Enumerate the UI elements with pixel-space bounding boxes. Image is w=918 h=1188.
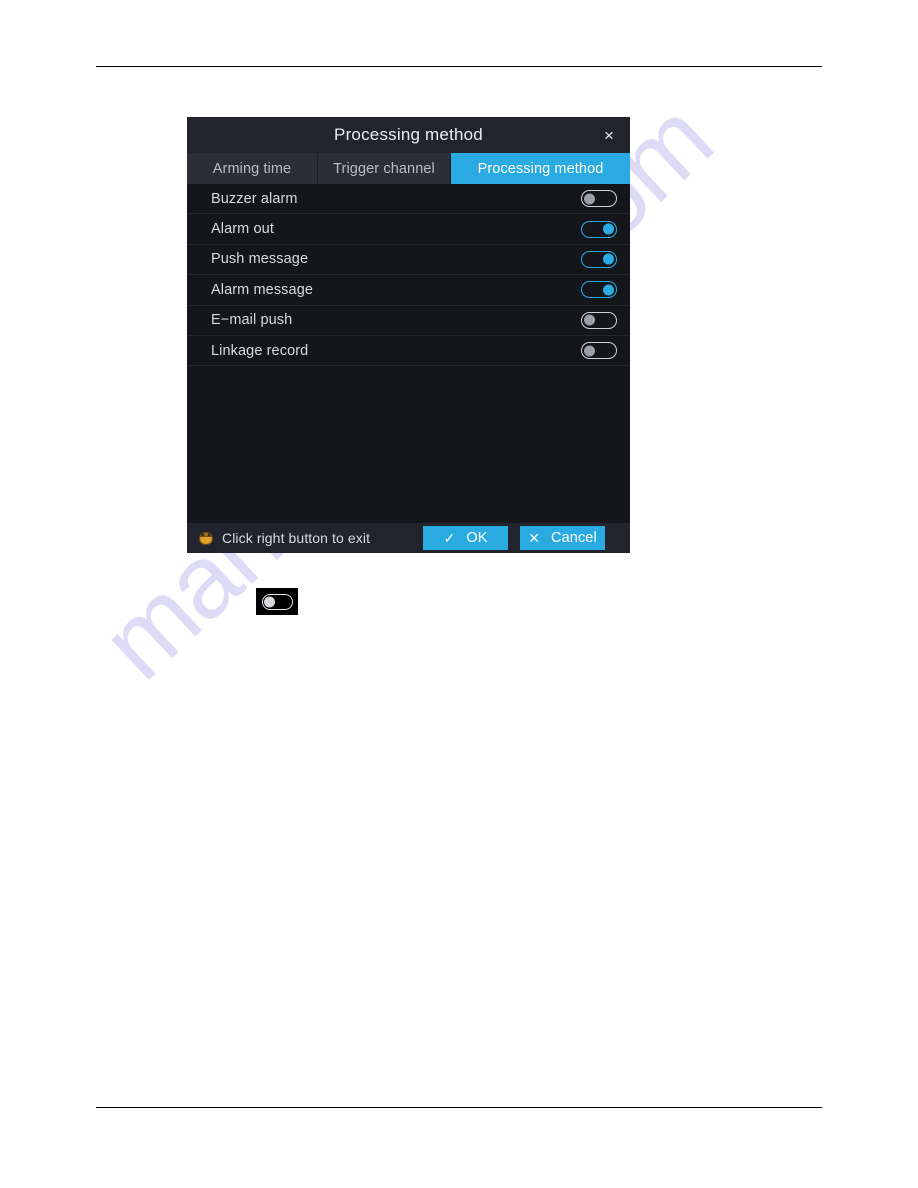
processing-method-dialog: Processing method × Arming time Trigger …	[187, 117, 630, 553]
tab-processing-method[interactable]: Processing method	[451, 153, 630, 184]
toggle-alarm-message[interactable]	[581, 281, 617, 299]
dialog-title: Processing method	[334, 125, 483, 144]
setting-label: Alarm message	[211, 281, 314, 298]
check-icon: ✓	[443, 530, 456, 546]
setting-label: Push message	[211, 251, 309, 268]
inline-toggle-figure	[256, 588, 298, 615]
toggle-knob	[264, 596, 275, 607]
dialog-titlebar: Processing method ×	[187, 117, 630, 153]
toggle-off-example	[261, 593, 293, 610]
toggle-alarm-out[interactable]	[581, 220, 617, 238]
settings-list: Buzzer alarm Alarm out Push message Alar…	[187, 184, 630, 523]
setting-row-linkage-record: Linkage record	[187, 336, 630, 367]
dialog-tabs: Arming time Trigger channel Processing m…	[187, 153, 630, 184]
setting-row-buzzer-alarm: Buzzer alarm	[187, 184, 630, 215]
toggle-email-push[interactable]	[581, 311, 617, 329]
toggle-knob	[584, 314, 595, 326]
toggle-knob	[603, 253, 614, 265]
setting-label: Buzzer alarm	[211, 190, 298, 207]
toggle-knob	[603, 284, 614, 296]
setting-row-alarm-out: Alarm out	[187, 214, 630, 245]
page-header-rule	[96, 66, 822, 67]
toggle-knob	[603, 223, 614, 235]
tab-arming-time[interactable]: Arming time	[187, 153, 318, 184]
ok-button[interactable]: ✓ OK	[423, 526, 508, 550]
footer-hint-text: Click right button to exit	[222, 530, 371, 546]
page-footer-rule	[96, 1107, 822, 1108]
setting-row-alarm-message: Alarm message	[187, 275, 630, 306]
close-icon[interactable]: ×	[596, 122, 622, 148]
toggle-knob	[584, 193, 595, 205]
cancel-button[interactable]: ✕ Cancel	[520, 526, 605, 550]
setting-label: E−mail push	[211, 312, 293, 329]
setting-label: Linkage record	[211, 342, 309, 359]
toggle-linkage-record[interactable]	[581, 342, 617, 360]
cancel-button-label: Cancel	[551, 530, 597, 546]
dialog-footer: Click right button to exit ✓ OK ✕ Cancel	[187, 523, 630, 553]
toggle-knob	[584, 345, 595, 357]
toggle-push-message[interactable]	[581, 250, 617, 268]
mouse-icon	[199, 531, 213, 545]
ok-button-label: OK	[466, 530, 488, 546]
close-x-icon: ✕	[528, 530, 541, 546]
tab-trigger-channel[interactable]: Trigger channel	[318, 153, 451, 184]
setting-row-email-push: E−mail push	[187, 306, 630, 336]
toggle-buzzer-alarm[interactable]	[581, 190, 617, 208]
setting-row-push-message: Push message	[187, 245, 630, 276]
setting-label: Alarm out	[211, 221, 274, 238]
